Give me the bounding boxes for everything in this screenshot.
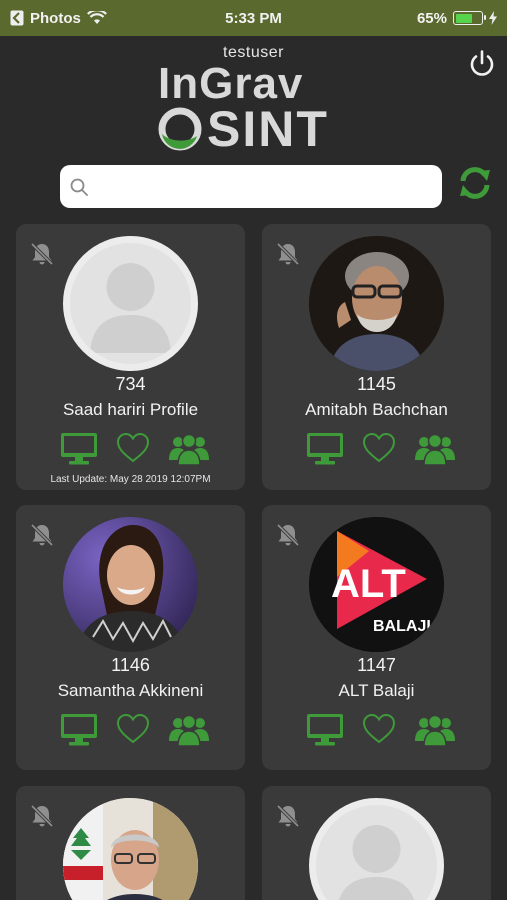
person-photo-icon	[63, 517, 198, 652]
profile-card[interactable]: ALT BALAJI 1147 ALT Balaji	[262, 505, 491, 770]
heart-icon[interactable]	[362, 432, 396, 464]
avatar-photo[interactable]	[63, 798, 198, 900]
monitor-icon[interactable]	[60, 713, 98, 747]
logo-o-swoosh-icon	[158, 107, 202, 151]
search-input[interactable]	[96, 165, 442, 208]
profile-name[interactable]: ALT Balaji	[262, 681, 491, 701]
profile-count: 1147	[357, 655, 396, 675]
avatar-photo[interactable]	[63, 517, 198, 652]
person-placeholder-icon	[90, 263, 171, 353]
group-icon[interactable]	[415, 713, 455, 747]
card-actions	[262, 713, 491, 749]
card-actions	[16, 432, 245, 468]
person-placeholder-icon	[338, 825, 415, 900]
avatar-placeholder[interactable]	[309, 798, 444, 900]
wifi-icon	[86, 11, 107, 24]
group-icon[interactable]	[169, 713, 209, 747]
back-chevron-icon[interactable]	[10, 10, 24, 26]
status-bar-right: 65%	[417, 10, 497, 27]
avatar-placeholder[interactable]	[63, 236, 198, 371]
power-icon[interactable]	[466, 48, 498, 80]
profile-name[interactable]: Samantha Akkineni	[16, 681, 245, 701]
logo-top-text: InGrav	[158, 59, 304, 108]
muted-bell-icon[interactable]	[274, 802, 302, 830]
back-app-label[interactable]: Photos	[30, 10, 81, 27]
muted-bell-icon[interactable]	[28, 240, 56, 268]
heart-icon[interactable]	[116, 713, 150, 745]
profile-card[interactable]	[262, 786, 491, 900]
alt-logo-text: ALT	[331, 562, 406, 606]
person-photo-icon	[309, 236, 444, 371]
avatar-photo[interactable]	[309, 236, 444, 371]
battery-icon	[453, 11, 486, 25]
person-photo-icon	[63, 798, 198, 900]
profile-count: 734	[115, 374, 146, 394]
profile-count: 1145	[357, 374, 396, 394]
muted-bell-icon[interactable]	[28, 802, 56, 830]
muted-bell-icon[interactable]	[274, 521, 302, 549]
monitor-icon[interactable]	[60, 432, 98, 466]
profile-card[interactable]: 734 Saad hariri Profile Last Update: May…	[16, 224, 245, 490]
profile-card[interactable]	[16, 786, 245, 900]
search-bar[interactable]	[60, 165, 442, 208]
alt-balaji-logo-icon: ALT BALAJI	[309, 517, 444, 652]
status-bar: Photos 5:33 PM 65%	[0, 0, 507, 36]
refresh-icon[interactable]	[457, 165, 493, 201]
card-actions	[262, 432, 491, 468]
group-icon[interactable]	[169, 432, 209, 466]
profile-card[interactable]: 1145 Amitabh Bachchan	[262, 224, 491, 490]
avatar-logo[interactable]: ALT BALAJI	[309, 517, 444, 652]
battery-percent: 65%	[416, 9, 447, 27]
muted-bell-icon[interactable]	[274, 240, 302, 268]
muted-bell-icon[interactable]	[28, 521, 56, 549]
monitor-icon[interactable]	[306, 432, 344, 466]
logo-bottom: SINT	[157, 104, 329, 154]
monitor-icon[interactable]	[306, 713, 344, 747]
profile-card[interactable]: 1146 Samantha Akkineni	[16, 505, 245, 770]
group-icon[interactable]	[415, 432, 455, 466]
profile-name[interactable]: Amitabh Bachchan	[262, 400, 491, 420]
card-actions	[16, 713, 245, 749]
charging-bolt-icon	[489, 11, 497, 25]
heart-icon[interactable]	[116, 432, 150, 464]
profile-name[interactable]: Saad hariri Profile	[16, 400, 245, 420]
search-icon	[70, 178, 88, 196]
status-bar-left[interactable]: Photos	[10, 10, 107, 27]
profile-count: 1146	[111, 655, 150, 675]
logo-bottom-text: SINT	[207, 101, 329, 157]
balaji-logo-text: BALAJI	[373, 618, 431, 635]
heart-icon[interactable]	[362, 713, 396, 745]
last-update-text: Last Update: May 28 2019 12:07PM	[50, 474, 211, 485]
battery-fill	[455, 13, 472, 23]
